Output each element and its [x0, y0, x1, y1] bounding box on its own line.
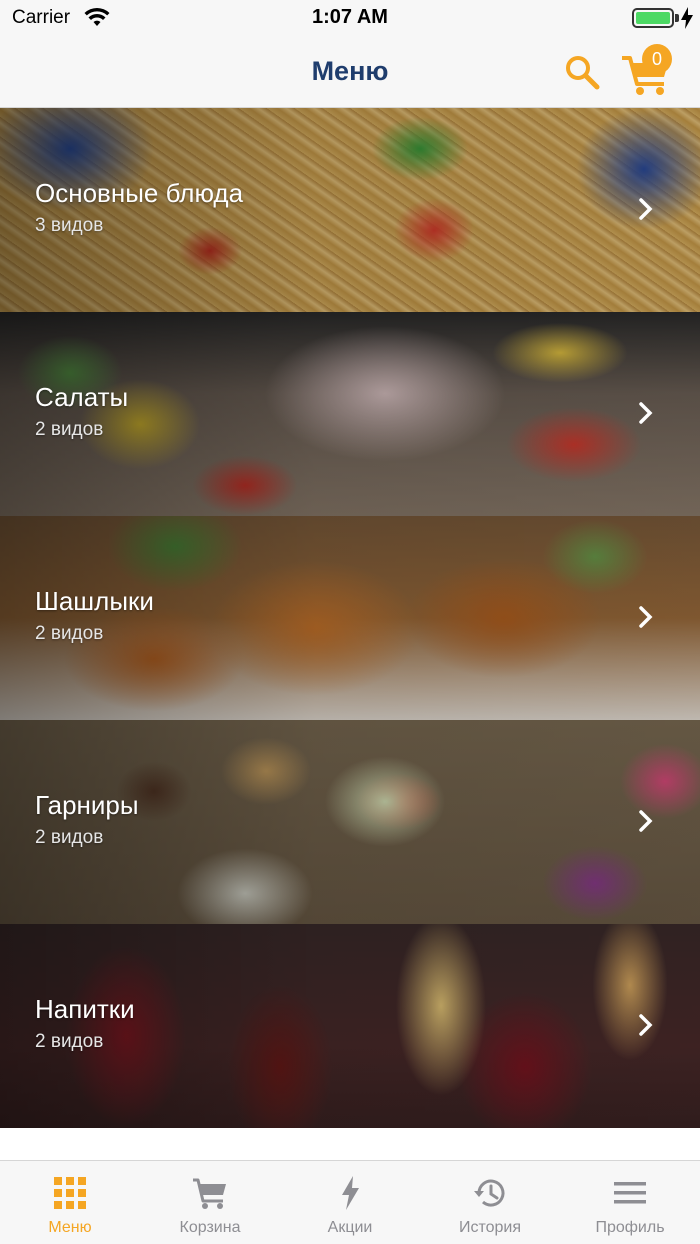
tab-bar: Меню Корзина Акции История Профиль — [0, 1160, 700, 1244]
category-item-salads[interactable]: Салаты 2 видов — [0, 312, 700, 516]
battery-tip — [675, 14, 679, 22]
lightning-icon — [342, 1176, 359, 1210]
battery-level-fill — [636, 12, 670, 24]
category-count: 2 видов — [35, 623, 104, 644]
history-icon — [474, 1179, 505, 1207]
category-title: Шашлыки — [35, 586, 154, 616]
charging-bolt-icon — [681, 7, 693, 29]
tab-menu[interactable]: Меню — [0, 1161, 140, 1244]
category-item-shashlik[interactable]: Шашлыки 2 видов — [0, 516, 700, 720]
chevron-right-icon — [639, 198, 653, 220]
category-list: Основные блюда 3 видов Салаты 2 видов Ша… — [0, 108, 700, 1128]
status-bar: Carrier 1:07 AM — [0, 0, 700, 36]
cart-count-badge: 0 — [642, 44, 672, 74]
chevron-right-icon — [639, 402, 653, 424]
category-title: Напитки — [35, 994, 135, 1024]
category-item-garnishes[interactable]: Гарниры 2 видов — [0, 720, 700, 924]
tab-label: Корзина — [179, 1219, 241, 1236]
category-title: Основные блюда — [35, 178, 244, 208]
category-title: Салаты — [35, 382, 129, 412]
tab-label: Акции — [327, 1219, 373, 1236]
category-count: 2 видов — [35, 1031, 104, 1052]
navigation-bar: Меню 0 — [0, 36, 700, 108]
chevron-right-icon — [639, 810, 653, 832]
category-count: 3 видов — [35, 215, 104, 236]
chevron-right-icon — [639, 1014, 653, 1036]
category-title: Гарниры — [35, 790, 139, 820]
battery-icon — [632, 8, 674, 28]
hamburger-menu-icon — [614, 1182, 646, 1204]
category-count: 2 видов — [35, 827, 104, 848]
category-item-drinks[interactable]: Напитки 2 видов — [0, 924, 700, 1128]
tab-profile[interactable]: Профиль — [560, 1161, 700, 1244]
category-item-main-dishes[interactable]: Основные блюда 3 видов — [0, 108, 700, 312]
tab-label: История — [458, 1219, 522, 1236]
tab-history[interactable]: История — [420, 1161, 560, 1244]
category-count: 2 видов — [35, 419, 104, 440]
cart-icon — [193, 1178, 226, 1209]
status-time: 1:07 AM — [312, 6, 388, 28]
tab-cart[interactable]: Корзина — [140, 1161, 280, 1244]
search-icon[interactable] — [562, 52, 602, 92]
grid-icon — [54, 1177, 86, 1209]
chevron-right-icon — [639, 606, 653, 628]
tab-label: Меню — [48, 1219, 92, 1236]
tab-label: Профиль — [595, 1219, 665, 1236]
tab-promotions[interactable]: Акции — [280, 1161, 420, 1244]
